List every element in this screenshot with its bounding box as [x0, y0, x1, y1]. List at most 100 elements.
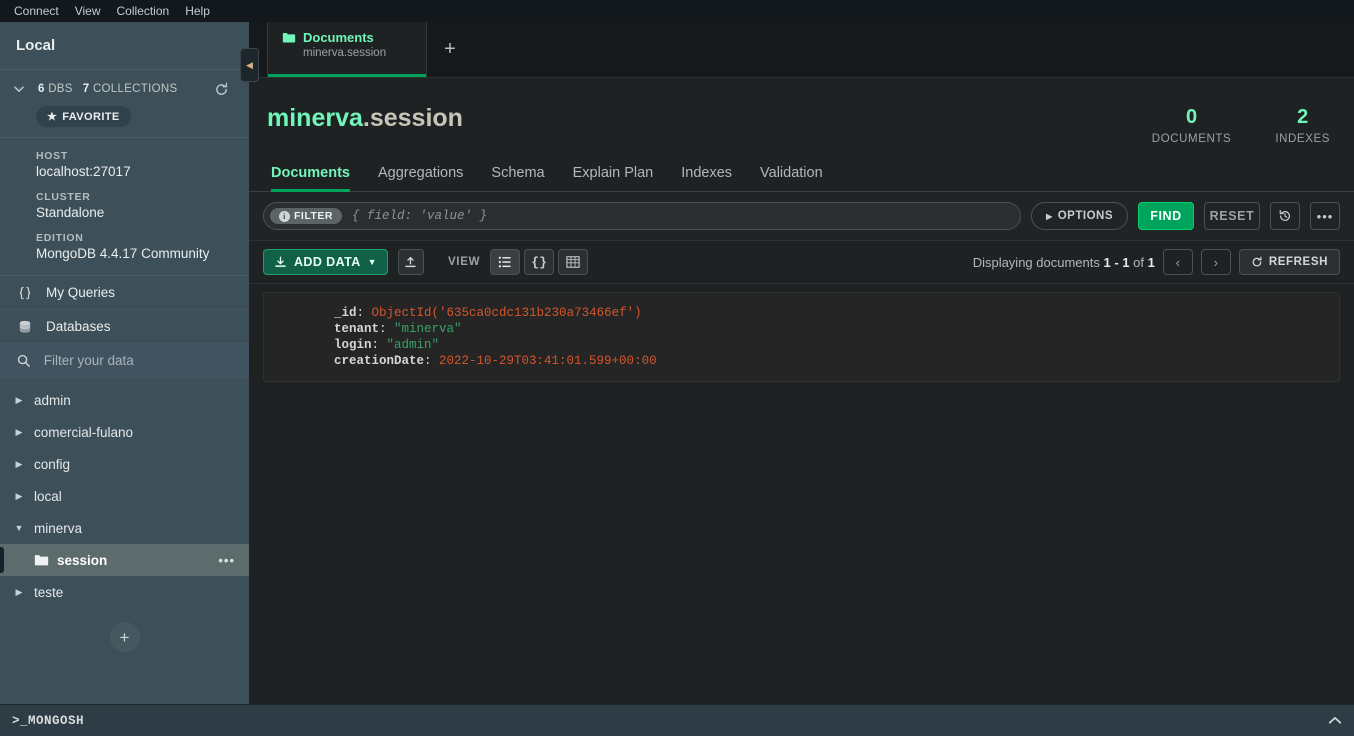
field-value: ObjectId('635ca0cdc131b230a73466ef')	[372, 306, 642, 320]
chevron-right-icon: ▶	[12, 427, 26, 438]
toggle-connection-details-button[interactable]	[10, 80, 28, 98]
menu-item-connect[interactable]: Connect	[6, 2, 67, 20]
selection-accent-bar	[0, 547, 4, 573]
tree-item-label: minerva	[34, 521, 82, 536]
active-tab-underline	[271, 189, 350, 192]
tree-item-admin[interactable]: ▶ admin	[0, 384, 249, 416]
app-body: Local ◀ 6 DBS 7 COLLECTIONS	[0, 22, 1354, 704]
tab-validation[interactable]: Validation	[746, 159, 837, 191]
sidebar-collapse-button[interactable]: ◀	[240, 48, 259, 82]
export-button[interactable]	[398, 249, 424, 275]
query-history-button[interactable]	[1270, 202, 1300, 230]
tab-explain-plan[interactable]: Explain Plan	[559, 159, 668, 191]
namespace-collection: session	[370, 104, 463, 132]
filter-input-wrapper[interactable]: i FILTER { field: 'value' }	[263, 202, 1021, 230]
new-tab-button[interactable]: +	[427, 22, 473, 77]
tab-indexes[interactable]: Indexes	[667, 159, 746, 191]
filter-placeholder: { field: 'value' }	[352, 209, 487, 223]
tree-item-label: comercial-fulano	[34, 425, 133, 440]
previous-page-button[interactable]: ‹	[1163, 249, 1193, 275]
history-icon	[1278, 209, 1292, 223]
list-view-button[interactable]	[490, 249, 520, 275]
json-view-button[interactable]: {}	[524, 249, 554, 275]
reset-button[interactable]: RESET	[1204, 202, 1260, 230]
table-view-button[interactable]	[558, 249, 588, 275]
collection-count-label: COLLECTIONS	[93, 83, 177, 95]
next-page-button[interactable]: ›	[1201, 249, 1231, 275]
field-separator: :	[424, 354, 439, 368]
tree-item-minerva[interactable]: ▼ minerva	[0, 512, 249, 544]
tab-label: Indexes	[681, 165, 732, 181]
menu-item-view[interactable]: View	[67, 2, 109, 20]
options-button[interactable]: ▶ OPTIONS	[1031, 202, 1128, 230]
tree-item-config[interactable]: ▶ config	[0, 448, 249, 480]
active-tab-underline	[268, 74, 426, 77]
mongosh-toggle[interactable]: >_MONGOSH	[12, 714, 84, 728]
expand-shell-button[interactable]	[1328, 716, 1342, 725]
tree-item-comercial-fulano[interactable]: ▶ comercial-fulano	[0, 416, 249, 448]
displaying-range: 1 - 1	[1104, 255, 1130, 270]
db-count-label: DBS	[48, 83, 73, 95]
menu-item-help[interactable]: Help	[177, 2, 218, 20]
displaying-documents-status: Displaying documents 1 - 1 of 1	[973, 255, 1155, 270]
find-button[interactable]: FIND	[1138, 202, 1194, 230]
refresh-icon	[214, 82, 229, 97]
chevron-right-icon: ▶	[1046, 212, 1053, 221]
menu-item-collection[interactable]: Collection	[109, 2, 178, 20]
workspace-tab-documents[interactable]: Documents minerva.session	[267, 22, 427, 77]
refresh-documents-button[interactable]: REFRESH	[1239, 249, 1340, 275]
sidebar-item-databases[interactable]: Databases	[0, 310, 249, 344]
collection-tabs: Documents Aggregations Schema Explain Pl…	[249, 159, 1354, 192]
document-field-row: tenant: "minerva"	[334, 321, 1339, 337]
indexes-count: 2	[1275, 106, 1330, 128]
workspace-tabbar: Documents minerva.session +	[249, 22, 1354, 78]
tab-schema[interactable]: Schema	[477, 159, 558, 191]
sidebar: Local ◀ 6 DBS 7 COLLECTIONS	[0, 22, 249, 704]
host-value: localhost:27017	[36, 164, 233, 179]
chevron-left-icon: ◀	[246, 60, 253, 71]
tree-item-label: admin	[34, 393, 71, 408]
tab-aggregations[interactable]: Aggregations	[364, 159, 477, 191]
table-view-icon	[566, 256, 580, 268]
plus-icon: +	[120, 629, 130, 646]
sidebar-stats-row: 6 DBS 7 COLLECTIONS	[0, 70, 249, 102]
add-data-button[interactable]: ADD DATA ▼	[263, 249, 388, 275]
view-label: VIEW	[448, 256, 480, 268]
field-key: _id	[334, 306, 357, 320]
cluster-value: Standalone	[36, 205, 233, 220]
braces-icon	[16, 285, 34, 301]
query-more-options-button[interactable]: •••	[1310, 202, 1340, 230]
tree-item-label: teste	[34, 585, 63, 600]
field-key: login	[334, 338, 372, 352]
documents-count: 0	[1152, 106, 1232, 128]
favorite-label: FAVORITE	[62, 111, 119, 123]
download-icon	[274, 256, 287, 269]
tab-documents[interactable]: Documents	[267, 159, 364, 191]
document-field-row: login: "admin"	[334, 337, 1339, 353]
favorite-badge[interactable]: ★ FAVORITE	[36, 106, 131, 127]
field-separator: :	[357, 306, 372, 320]
options-label: OPTIONS	[1058, 210, 1113, 222]
tree-item-local[interactable]: ▶ local	[0, 480, 249, 512]
tab-label: Explain Plan	[573, 165, 654, 181]
document-field-row: _id: ObjectId('635ca0cdc131b230a73466ef'…	[334, 305, 1339, 321]
document-card[interactable]: _id: ObjectId('635ca0cdc131b230a73466ef'…	[263, 292, 1340, 382]
status-bar: >_MONGOSH	[0, 704, 1354, 736]
field-value: 2022-10-29T03:41:01.599+00:00	[439, 354, 657, 368]
search-input[interactable]	[44, 353, 233, 368]
create-database-button[interactable]: +	[110, 622, 140, 652]
refresh-databases-button[interactable]	[214, 82, 229, 97]
field-key: creationDate	[334, 354, 424, 368]
chevron-down-icon: ▼	[12, 523, 26, 533]
tree-item-session[interactable]: session •••	[0, 544, 249, 576]
pagination-area: Displaying documents 1 - 1 of 1 ‹ › REFR…	[973, 249, 1340, 275]
tree-item-teste[interactable]: ▶ teste	[0, 576, 249, 608]
collection-actions-button[interactable]: •••	[218, 553, 235, 568]
query-bar: i FILTER { field: 'value' } ▶ OPTIONS FI…	[249, 192, 1354, 241]
namespace-database: minerva	[267, 104, 363, 132]
tree-item-label: session	[57, 553, 107, 568]
edition-label: EDITION	[36, 232, 233, 244]
document-fields: _id: ObjectId('635ca0cdc131b230a73466ef'…	[264, 305, 1339, 369]
sidebar-item-my-queries[interactable]: My Queries	[0, 276, 249, 310]
main-content: Documents minerva.session + minerva.sess…	[249, 22, 1354, 704]
